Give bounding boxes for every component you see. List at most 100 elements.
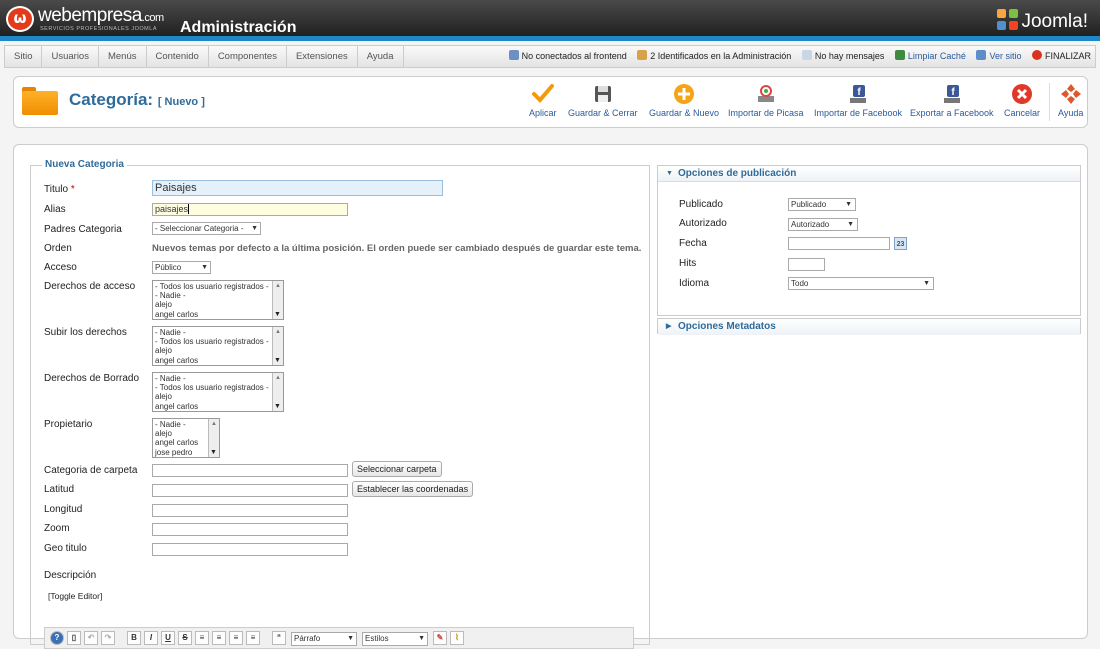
- view-site-link[interactable]: Ver sitio: [976, 46, 1021, 67]
- fecha-input[interactable]: [788, 237, 890, 250]
- scrollbar[interactable]: ▲ ▼: [208, 419, 219, 457]
- format-select[interactable]: Párrafo ▼: [291, 632, 357, 646]
- list-item[interactable]: alejo: [155, 346, 281, 355]
- clear-cache-link[interactable]: Limpiar Caché: [894, 46, 966, 67]
- metadatos-panel: ▶ Opciones Metadatos: [657, 318, 1081, 335]
- orden-label: Orden: [44, 243, 72, 254]
- list-item[interactable]: - Todos los usuario registrados -: [155, 337, 281, 346]
- import-facebook-button[interactable]: f Importar de Facebook: [814, 83, 902, 118]
- picasa-icon: [755, 83, 777, 105]
- titulo-input[interactable]: Paisajes: [152, 180, 443, 196]
- menu-contenido[interactable]: Contenido: [147, 46, 209, 67]
- logout-link[interactable]: FINALIZAR: [1031, 46, 1091, 67]
- italic-button[interactable]: I: [144, 631, 158, 645]
- descripcion-label: Descripción: [44, 570, 97, 581]
- redo-icon[interactable]: ↷: [101, 631, 115, 645]
- idioma-select[interactable]: Todo ▼: [788, 277, 934, 290]
- menu-menus[interactable]: Menús: [99, 46, 147, 67]
- menu-sitio[interactable]: Sitio: [5, 46, 43, 67]
- idioma-label: Idioma: [679, 278, 710, 289]
- cleanup-brush-icon[interactable]: ⌇: [450, 631, 464, 645]
- derechos-acceso-listbox[interactable]: - Todos los usuario registrados - - Nadi…: [152, 280, 284, 320]
- scrollbar[interactable]: ▲ ▼: [272, 281, 283, 319]
- borrado-listbox[interactable]: - Nadie - - Todos los usuario registrado…: [152, 372, 284, 412]
- acceso-select[interactable]: Público ▼: [152, 261, 211, 274]
- list-item[interactable]: - Nadie -: [155, 374, 281, 383]
- hits-label: Hits: [679, 258, 697, 269]
- alias-input[interactable]: paisajes: [152, 203, 348, 216]
- list-item[interactable]: - Todos los usuario registrados -: [155, 282, 281, 291]
- borrado-label: Derechos de Borrado: [44, 373, 140, 384]
- propietario-listbox[interactable]: - Nadie - alejo angel carlos jose pedro …: [152, 418, 220, 458]
- broom-icon: [894, 50, 905, 60]
- import-picasa-button[interactable]: Importar de Picasa: [728, 83, 804, 118]
- blockquote-icon[interactable]: “: [272, 631, 286, 645]
- scrollbar[interactable]: ▲ ▼: [272, 327, 283, 365]
- list-item[interactable]: angel carlos: [155, 402, 281, 411]
- chevron-down-icon: ▼: [845, 201, 852, 208]
- zoom-input[interactable]: [152, 523, 348, 536]
- chevron-down-icon: ▼: [347, 635, 354, 642]
- latitud-input[interactable]: [152, 484, 348, 497]
- align-left-icon[interactable]: ≡: [229, 631, 243, 645]
- help-button[interactable]: Ayuda: [1058, 83, 1083, 118]
- messages-status[interactable]: No hay mensajes: [801, 46, 884, 67]
- eraser-icon[interactable]: ✎: [433, 631, 447, 645]
- help-icon[interactable]: ?: [50, 631, 64, 645]
- scrollbar[interactable]: ▲ ▼: [272, 373, 283, 411]
- padres-select[interactable]: - Seleccionar Categoria - ▼: [152, 222, 261, 235]
- padres-label: Padres Categoria: [44, 224, 122, 235]
- save-close-button[interactable]: Guardar & Cerrar: [568, 83, 638, 118]
- save-new-button[interactable]: Guardar & Nuevo: [649, 83, 719, 118]
- list-item[interactable]: alejo: [155, 300, 281, 309]
- styles-select[interactable]: Estilos ▼: [362, 632, 428, 646]
- orden-text: Nuevos temas por defecto a la última pos…: [152, 243, 642, 254]
- calendar-icon[interactable]: 23: [894, 237, 907, 250]
- list-item[interactable]: - Todos los usuario registrados -: [155, 383, 281, 392]
- monitor-icon: [976, 50, 987, 60]
- hits-input[interactable]: [788, 258, 825, 271]
- list-item[interactable]: alejo: [155, 392, 281, 401]
- main-menubar: Sitio Usuarios Menús Contenido Component…: [4, 45, 1096, 68]
- metadatos-header[interactable]: ▶ Opciones Metadatos: [658, 319, 1080, 335]
- chevron-down-icon: ▼: [418, 635, 425, 642]
- joomla-mark-icon: [997, 9, 1019, 31]
- cancel-button[interactable]: Cancelar: [1004, 83, 1040, 118]
- main-panel: Nueva Categoria Titulo * Paisajes Alias …: [13, 144, 1088, 649]
- carpeta-label: Categoria de carpeta: [44, 465, 138, 476]
- chevron-down-icon: ▼: [251, 225, 258, 232]
- publicado-select[interactable]: Publicado ▼: [788, 198, 856, 211]
- apply-button[interactable]: Aplicar: [529, 83, 557, 118]
- align-center-icon[interactable]: ≡: [212, 631, 226, 645]
- power-icon: [1031, 50, 1042, 60]
- autorizado-select[interactable]: Autorizado ▼: [788, 218, 858, 231]
- underline-button[interactable]: U: [161, 631, 175, 645]
- toggle-editor-link[interactable]: [Toggle Editor]: [48, 591, 102, 601]
- titulo-label: Titulo *: [44, 184, 75, 195]
- list-item[interactable]: angel carlos: [155, 310, 281, 319]
- export-facebook-button[interactable]: f Exportar a Facebook: [910, 83, 994, 118]
- latitud-label: Latitud: [44, 484, 75, 495]
- carpeta-input[interactable]: [152, 464, 348, 477]
- align-justify-icon[interactable]: ≡: [195, 631, 209, 645]
- menu-usuarios[interactable]: Usuarios: [42, 46, 99, 67]
- undo-icon[interactable]: ↶: [84, 631, 98, 645]
- subir-listbox[interactable]: - Nadie - - Todos los usuario registrado…: [152, 326, 284, 366]
- nueva-categoria-fieldset: Nueva Categoria Titulo * Paisajes Alias …: [30, 159, 650, 649]
- list-item[interactable]: - Nadie -: [155, 291, 281, 300]
- menu-ayuda[interactable]: Ayuda: [358, 46, 404, 67]
- new-document-icon[interactable]: ▯: [67, 631, 81, 645]
- longitud-input[interactable]: [152, 504, 348, 517]
- strikethrough-button[interactable]: S: [178, 631, 192, 645]
- geo-titulo-input[interactable]: [152, 543, 348, 556]
- publicacion-header[interactable]: ▼ Opciones de publicación: [658, 166, 1080, 182]
- align-right-icon[interactable]: ≡: [246, 631, 260, 645]
- bold-button[interactable]: B: [127, 631, 141, 645]
- menu-componentes[interactable]: Componentes: [209, 46, 287, 67]
- set-coordinates-button[interactable]: Establecer las coordenadas: [352, 481, 474, 497]
- publicado-label: Publicado: [679, 199, 723, 210]
- menu-extensiones[interactable]: Extensiones: [287, 46, 358, 67]
- list-item[interactable]: angel carlos: [155, 356, 281, 365]
- select-folder-button[interactable]: Seleccionar carpeta: [352, 461, 442, 477]
- list-item[interactable]: - Nadie -: [155, 328, 281, 337]
